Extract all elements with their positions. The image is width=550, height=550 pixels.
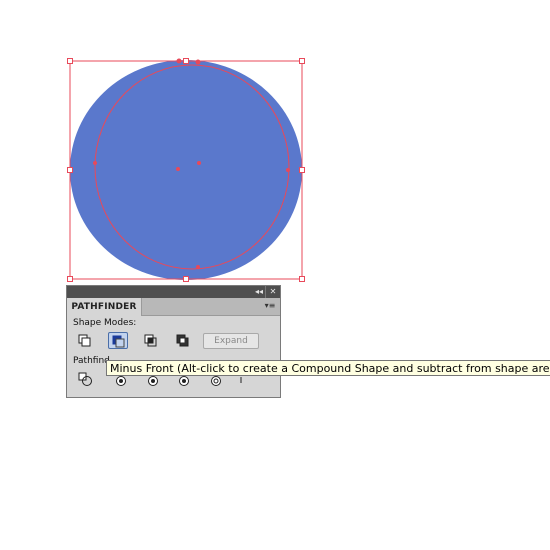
expand-button[interactable]: Expand [203, 333, 259, 349]
divide-icon [78, 372, 92, 386]
divide-button[interactable] [75, 371, 95, 388]
handle-middle-left[interactable] [67, 167, 73, 173]
handle-middle-right[interactable] [299, 167, 305, 173]
pathfinders-label: Pathfind [73, 356, 110, 366]
unite-icon [78, 334, 91, 347]
artboard-canvas[interactable] [0, 0, 550, 550]
double-chevron-left-icon[interactable]: ◂◂ [252, 286, 266, 298]
unite-button[interactable] [75, 332, 95, 349]
minus-front-button[interactable] [108, 332, 128, 349]
tab-pathfinder[interactable]: PATHFINDER [67, 298, 142, 316]
minus-front-tooltip: Minus Front (Alt-click to create a Compo… [106, 360, 550, 376]
panel-titlebar[interactable]: ◂◂ ✕ [67, 286, 280, 298]
intersect-icon [144, 334, 157, 347]
exclude-icon [176, 334, 189, 347]
anchor-point [195, 59, 201, 65]
anchor-point [176, 58, 182, 64]
handle-bottom-center[interactable] [183, 276, 189, 282]
back-circle-shape[interactable] [70, 60, 302, 280]
center-point [176, 167, 180, 171]
anchor-point [93, 161, 97, 165]
anchor-point [286, 168, 290, 172]
handle-top-right[interactable] [299, 58, 305, 64]
panel-menu-icon[interactable]: ▾≡ [263, 300, 277, 312]
panel-tabbar: PATHFINDER ▾≡ [67, 298, 280, 316]
exclude-button[interactable] [173, 332, 193, 349]
close-icon[interactable]: ✕ [265, 286, 280, 298]
intersect-button[interactable] [141, 332, 161, 349]
handle-bottom-left[interactable] [67, 276, 73, 282]
shape-modes-label: Shape Modes: [73, 318, 137, 328]
center-point [197, 161, 201, 165]
handle-bottom-right[interactable] [299, 276, 305, 282]
handle-top-center[interactable] [183, 58, 189, 64]
pathfinder-panel: ◂◂ ✕ PATHFINDER ▾≡ Shape Modes: Expand P… [66, 285, 281, 398]
anchor-point [196, 265, 200, 269]
handle-top-left[interactable] [67, 58, 73, 64]
minus-front-icon [112, 335, 125, 348]
